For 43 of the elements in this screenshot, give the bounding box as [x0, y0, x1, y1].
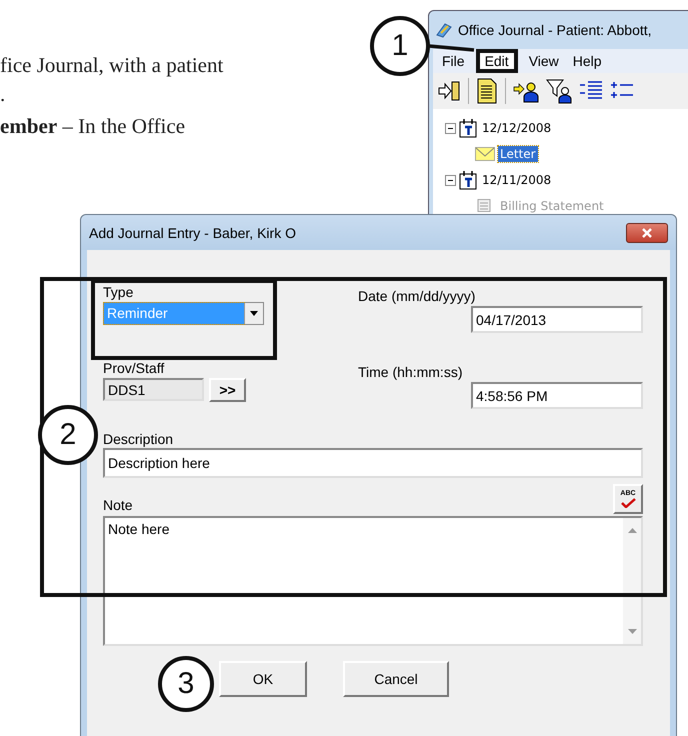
window-title: Office Journal - Patient: Abbott, [458, 22, 652, 38]
field-label: Time (hh:mm:ss) [358, 364, 464, 381]
document-icon[interactable] [476, 78, 498, 104]
body-text: ember – In the Office [0, 114, 186, 138]
ok-button[interactable]: OK [219, 661, 307, 697]
scroll-down-icon[interactable] [628, 629, 636, 634]
field-label: Type [103, 284, 134, 301]
collapse-icon[interactable] [445, 174, 456, 186]
menu-item[interactable]: Edit [480, 53, 514, 69]
funnel-user-icon[interactable] [546, 78, 572, 104]
outdent-icon[interactable] [579, 80, 603, 102]
envelope-icon [475, 147, 495, 161]
tree-item[interactable]: 12/12/2008 [480, 120, 554, 136]
field-label: Description [103, 431, 174, 448]
time-field[interactable]: 4:58:56 PM [471, 382, 643, 409]
body-text: . [0, 82, 6, 106]
description-field[interactable]: Description here [103, 448, 643, 478]
field-label: Date (mm/dd/yyyy) [358, 288, 476, 305]
dialog-title: Add Journal Entry - Baber, Kirk O [89, 224, 296, 240]
note-field[interactable]: Note here [103, 516, 643, 646]
leader-line [428, 44, 474, 52]
body-text: fice Journal, with a patient [0, 53, 224, 77]
field-label: Prov/Staff [103, 360, 166, 377]
field-label: Note [103, 497, 133, 514]
calendar-icon [459, 170, 477, 190]
journal-icon [435, 21, 453, 39]
menu-item[interactable]: View [524, 53, 564, 69]
collapse-icon[interactable] [445, 122, 456, 134]
exit-door-icon[interactable] [437, 79, 461, 103]
cancel-button[interactable]: Cancel [343, 661, 449, 697]
calendar-icon [459, 118, 477, 138]
close-button[interactable] [626, 222, 668, 242]
close-icon [641, 228, 653, 238]
tree-item[interactable]: Letter [498, 146, 538, 162]
menu-item[interactable]: Help [568, 53, 607, 69]
scroll-up-icon[interactable] [628, 528, 636, 533]
tree-item[interactable]: 12/11/2008 [480, 172, 554, 188]
date-field[interactable]: 04/17/2013 [471, 306, 643, 333]
menu-item[interactable]: File [437, 53, 470, 69]
checkmark-icon [620, 498, 636, 508]
scrollbar[interactable] [623, 518, 641, 644]
caret-icon [250, 311, 258, 316]
callout-number: 1 [370, 16, 430, 76]
